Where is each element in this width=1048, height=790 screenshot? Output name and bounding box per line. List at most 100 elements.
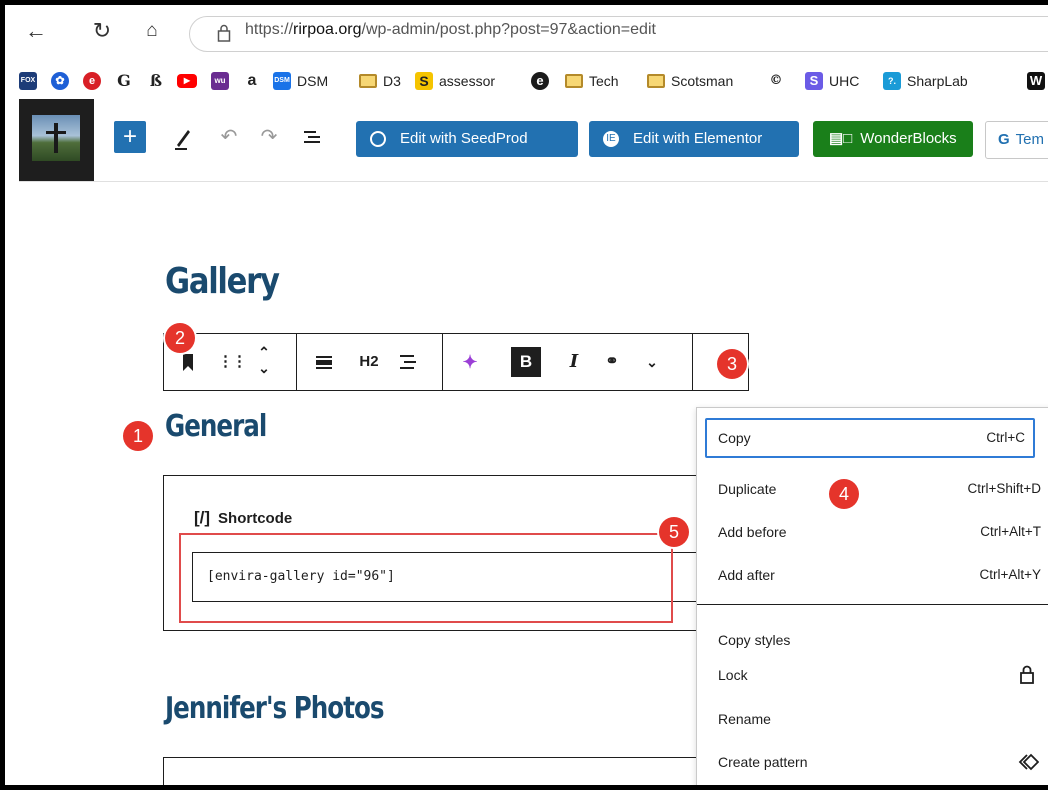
bookmark-label: D3	[383, 73, 401, 89]
templates-g-icon: G	[998, 131, 1010, 148]
wonderblocks-button[interactable]: ▤□ WonderBlocks	[813, 121, 973, 157]
annotation-badge-4: 4	[829, 479, 859, 509]
bookmarks-bar: FOX ✿ e G ß ▶ wu a DSM DSM D3 Sassessor e…	[5, 63, 1048, 99]
e-circle-icon: e	[531, 72, 549, 90]
menu-separator	[697, 604, 1048, 605]
w-icon: W	[1027, 72, 1045, 90]
edit-with-elementor-button[interactable]: IE Edit with Elementor	[589, 121, 799, 157]
undo-icon[interactable]: ↶	[215, 123, 243, 151]
edit-with-seedprod-button[interactable]: Edit with SeedProd	[356, 121, 578, 157]
wu-icon: wu	[211, 72, 229, 90]
templates-label: Tem	[1015, 131, 1045, 148]
folder-icon	[647, 74, 665, 88]
add-block-button[interactable]: +	[114, 121, 146, 153]
templates-button[interactable]: G Tem	[985, 121, 1048, 159]
dsm-icon: DSM	[273, 72, 291, 90]
bookmark-e-circle[interactable]: e	[531, 71, 555, 91]
heading-general[interactable]: General	[165, 409, 267, 444]
bookmark-blue[interactable]: ✿	[51, 71, 75, 91]
menu-item-duplicate[interactable]: Duplicate Ctrl+Shift+D	[697, 469, 1041, 509]
site-logo-image	[32, 115, 80, 161]
bookmark-label: Tech	[589, 73, 619, 89]
link-icon[interactable]: ⚭	[600, 350, 624, 374]
shortcode-label-text: Shortcode	[218, 510, 293, 527]
annotation-badge-1: 1	[123, 421, 153, 451]
elementor-label: Edit with Elementor	[633, 130, 763, 147]
post-title[interactable]: Gallery	[165, 261, 280, 302]
pen-tool-icon[interactable]	[169, 123, 197, 151]
bookmark-w[interactable]: W	[1027, 71, 1048, 91]
bookmark-wu[interactable]: wu	[211, 71, 235, 91]
bookmark-sharplab[interactable]: ?. SharpLab	[883, 71, 968, 91]
pattern-diamond-icon	[1018, 753, 1039, 771]
bookmark-label: SharpLab	[907, 73, 968, 89]
redo-icon[interactable]: ↷	[255, 123, 283, 151]
youtube-icon: ▶	[177, 74, 197, 88]
menu-item-add-after[interactable]: Add after Ctrl+Alt+Y	[697, 555, 1041, 595]
bookmark-dsm[interactable]: DSM DSM	[273, 71, 328, 91]
reload-icon[interactable]: ↻	[89, 18, 115, 44]
move-up-down-icon[interactable]: ⌃ ⌄	[252, 344, 276, 376]
bookmark-block-icon[interactable]	[176, 350, 200, 374]
block-toolbar: ⋮⋮ ⌃⌄ H2 ✦ B I ⚭ ⌄ ☞	[163, 333, 749, 391]
back-arrow-icon[interactable]: ←	[23, 18, 49, 44]
cc-icon: ©	[767, 72, 785, 90]
browser-nav-bar: ← ↻ ⌂ https://rirpoa.org/wp-admin/post.p…	[5, 5, 1048, 63]
bookmark-assessor[interactable]: Sassessor	[415, 71, 495, 91]
bookmark-d3[interactable]: D3	[359, 71, 401, 91]
amazon-icon: a	[243, 72, 261, 90]
menu-item-create-pattern[interactable]: Create pattern	[697, 742, 1041, 782]
blue-flower-icon: ✿	[51, 72, 69, 90]
folder-icon	[565, 74, 583, 88]
home-icon[interactable]: ⌂	[139, 18, 165, 44]
bookmark-label: DSM	[297, 73, 329, 89]
heading-jennifers-photos[interactable]: Jennifer's Photos	[165, 691, 385, 726]
g-icon: G	[115, 72, 133, 90]
bookmark-uhc[interactable]: S UHC	[805, 71, 859, 91]
sharplab-icon: ?.	[883, 72, 901, 90]
drag-handle-icon[interactable]: ⋮⋮	[218, 350, 247, 374]
bookmark-youtube[interactable]: ▶	[177, 71, 203, 91]
bookmark-b[interactable]: ß	[147, 71, 171, 91]
browser-window: ← ↻ ⌂ https://rirpoa.org/wp-admin/post.p…	[5, 5, 1048, 785]
b-icon: ß	[147, 72, 165, 90]
seedprod-label: Edit with SeedProd	[400, 130, 528, 147]
bookmark-amazon[interactable]: a	[243, 71, 267, 91]
bookmark-fox-news[interactable]: FOX	[19, 71, 43, 91]
heading-level-h2[interactable]: H2	[354, 350, 384, 374]
next-block[interactable]	[163, 757, 723, 785]
bookmark-cc[interactable]: ©	[767, 71, 791, 91]
bookmark-tech[interactable]: Tech	[565, 71, 619, 91]
bookmark-g[interactable]: G	[115, 71, 139, 91]
toolbar-separator	[692, 334, 693, 390]
bold-button[interactable]: B	[511, 347, 541, 377]
bookmark-scotsman[interactable]: Scotsman	[647, 71, 733, 91]
menu-item-add-before[interactable]: Add before Ctrl+Alt+T	[697, 512, 1041, 552]
align-icon[interactable]	[312, 350, 336, 374]
document-overview-icon[interactable]	[299, 123, 327, 151]
menu-item-lock[interactable]: Lock	[697, 655, 1041, 695]
text-align-icon[interactable]	[396, 350, 420, 374]
menu-item-copy-styles[interactable]: Copy styles	[697, 620, 1041, 660]
elementor-icon: IE	[603, 131, 619, 147]
shortcode-label: [/] Shortcode	[194, 508, 292, 528]
s-icon: S	[415, 72, 433, 90]
menu-item-rename[interactable]: Rename	[697, 699, 1041, 739]
site-info-lock-icon[interactable]	[217, 24, 231, 42]
block-options-menu: Copy Ctrl+C Duplicate Ctrl+Shift+D Add bef…	[696, 407, 1048, 785]
wonderblocks-icon: ▤□	[829, 130, 853, 147]
address-url: https://rirpoa.org/wp-admin/post.php?pos…	[245, 21, 656, 38]
toolbar-separator	[296, 334, 297, 390]
menu-item-copy[interactable]: Copy Ctrl+C	[705, 418, 1035, 458]
bookmark-label: assessor	[439, 73, 496, 89]
fox-news-icon: FOX	[19, 72, 37, 90]
bookmark-red-e[interactable]: e	[83, 71, 107, 91]
more-formatting-chevron-icon[interactable]: ⌄	[640, 350, 664, 374]
site-icon-button[interactable]	[19, 99, 94, 181]
folder-icon	[359, 74, 377, 88]
italic-button[interactable]: I	[562, 350, 586, 374]
ai-sparkle-icon[interactable]: ✦	[458, 350, 482, 374]
red-e-icon: e	[83, 72, 101, 90]
editor-top-toolbar: + ↶ ↷ Edit with SeedProd IE Edit with El…	[19, 99, 1048, 182]
shortcode-icon: [/]	[194, 508, 211, 527]
